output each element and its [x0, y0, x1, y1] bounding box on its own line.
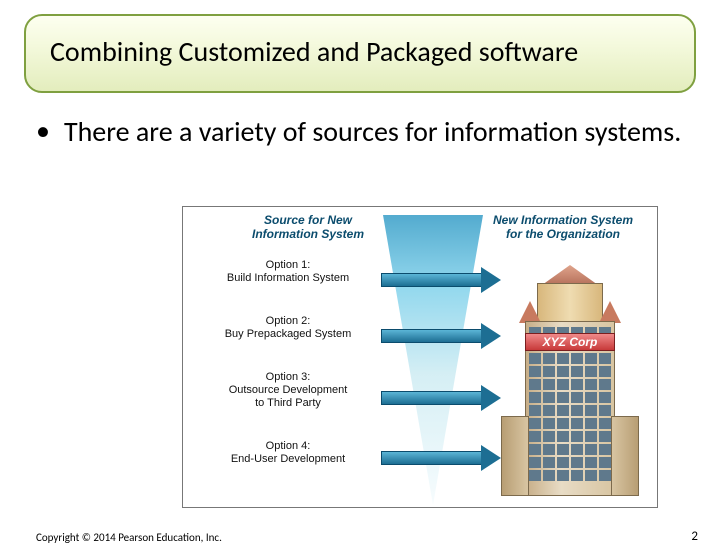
building-graphic: XYZ Corp: [495, 251, 645, 501]
option-3-text: Outsource Development: [229, 384, 348, 396]
header-left-line1: Source for New: [264, 213, 352, 227]
building-roof: [535, 265, 605, 285]
option-3-label: Option 3:: [266, 371, 311, 383]
option-2-label: Option 2:: [266, 315, 311, 327]
bullet-text: There are a variety of sources for infor…: [64, 115, 681, 149]
options-column: Option 1: Build Information System Optio…: [203, 259, 373, 496]
arrow-body: [381, 391, 483, 405]
option-1-text: Build Information System: [227, 272, 349, 284]
page-number: 2: [691, 529, 698, 544]
copyright-footer: Copyright © 2014 Pearson Education, Inc.: [36, 531, 222, 544]
building-side-left: [501, 416, 529, 496]
building-sign: XYZ Corp: [525, 333, 615, 351]
header-right-line1: New Information System: [493, 213, 633, 227]
option-2: Option 2: Buy Prepackaged System: [203, 315, 373, 341]
arrow-body: [381, 273, 483, 287]
arrow-2: [381, 323, 501, 349]
arrow-body: [381, 329, 483, 343]
option-3-text2: to Third Party: [255, 397, 321, 409]
bullet-marker: •: [36, 115, 50, 147]
figure-header-left: Source for New Information System: [233, 213, 383, 241]
option-3: Option 3: Outsource Development to Third…: [203, 371, 373, 410]
header-right-line2: for the Organization: [506, 227, 620, 241]
slide-title-box: Combining Customized and Packaged softwa…: [24, 14, 696, 93]
arrow-4: [381, 445, 501, 471]
header-left-line2: Information System: [252, 227, 364, 241]
figure-header-right: New Information System for the Organizat…: [483, 213, 643, 241]
option-4: Option 4: End-User Development: [203, 440, 373, 466]
option-4-text: End-User Development: [231, 453, 345, 465]
bullet-item: • There are a variety of sources for inf…: [36, 115, 684, 149]
slide-title: Combining Customized and Packaged softwa…: [50, 34, 670, 69]
figure-diagram: Source for New Information System New In…: [182, 206, 658, 508]
arrow-1: [381, 267, 501, 293]
arrow-body: [381, 451, 483, 465]
arrow-3: [381, 385, 501, 411]
option-1-label: Option 1:: [266, 259, 311, 271]
option-4-label: Option 4:: [266, 440, 311, 452]
building-windows: [529, 327, 611, 492]
option-1: Option 1: Build Information System: [203, 259, 373, 285]
option-2-text: Buy Prepackaged System: [225, 328, 352, 340]
building-side-right: [611, 416, 639, 496]
building-top: [537, 283, 603, 323]
